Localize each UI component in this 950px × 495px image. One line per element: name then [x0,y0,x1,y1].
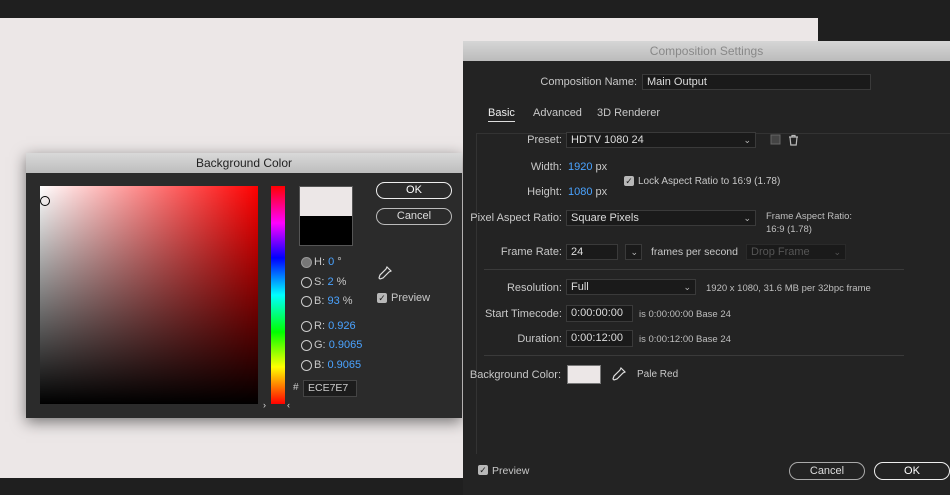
saturation-brightness-field[interactable] [40,186,258,404]
preset-label: Preset: [527,134,562,146]
color-picker-handle[interactable] [40,196,50,206]
red-row: R: 0.926 [314,320,356,332]
brightness-row: B: 93 % [314,295,353,307]
width-row: 1920 px [568,161,608,173]
preview-label: Preview [391,292,431,304]
dialog-title: Composition Settings [463,41,950,61]
duration-info: is 0:00:12:00 Base 24 [639,334,731,345]
resolution-label: Resolution: [506,282,562,294]
preview-checkbox[interactable]: ✓ [377,293,387,303]
frame-rate-label: Frame Rate: [500,246,562,258]
checkmark-icon: ✓ [378,293,386,303]
trash-icon[interactable] [787,134,800,147]
background-color-dialog: Background Color › ‹ OK Cancel ✓ Preview… [26,153,462,418]
blue-row: B: 0.9065 [314,359,362,371]
lock-aspect-label: Lock Aspect Ratio to 16:9 (1.78) [638,176,781,187]
red-radio[interactable] [301,321,312,332]
red-value[interactable]: 0.926 [328,320,356,332]
chevron-down-icon: ⌄ [743,135,751,145]
hue-slider[interactable] [271,186,285,404]
start-timecode-input[interactable]: 0:00:00:00 [566,305,633,322]
hue-row: H: 0 ° [314,256,342,268]
duration-label: Duration: [517,333,562,345]
saturation-row: S: 2 % [314,276,347,288]
hue-arrow-left-icon[interactable]: › [263,400,266,410]
eyedropper-icon[interactable] [378,265,393,280]
height-label: Height: [527,186,562,198]
saturation-radio[interactable] [301,277,312,288]
hue-value[interactable]: 0 [328,256,334,268]
composition-name-input[interactable]: Main Output [642,74,871,90]
width-value[interactable]: 1920 [568,161,592,173]
checkmark-icon: ✓ [479,465,487,475]
tab-basic[interactable]: Basic [488,107,515,122]
start-timecode-label: Start Timecode: [484,308,562,320]
green-row: G: 0.9065 [314,339,363,351]
tab-3d-renderer[interactable]: 3D Renderer [597,107,660,119]
chevron-down-icon: ⌄ [833,247,841,257]
composition-name-label: Composition Name: [540,76,637,88]
drop-frame-dropdown[interactable]: Drop Frame ⌄ [746,244,846,260]
background-color-swatch[interactable] [567,365,601,384]
duration-input[interactable]: 0:00:12:00 [566,330,633,347]
background-color-label: Background Color: [469,369,561,381]
resolution-info: 1920 x 1080, 31.6 MB per 32bpc frame [706,283,871,294]
green-radio[interactable] [301,340,312,351]
ok-button[interactable]: OK [874,462,950,480]
brightness-value[interactable]: 93 [327,295,339,307]
frame-aspect-label: Frame Aspect Ratio: [766,211,853,222]
frame-rate-dropdown[interactable]: ⌄ [625,244,642,260]
preview-label: Preview [492,465,530,477]
height-row: 1080 px [568,186,608,198]
composition-settings-dialog: Composition Settings Composition Name: M… [463,41,950,495]
resolution-dropdown[interactable]: Full ⌄ [566,279,696,295]
pixel-aspect-label: Pixel Aspect Ratio: [470,212,562,224]
saturation-value[interactable]: 2 [327,276,333,288]
green-value[interactable]: 0.9065 [329,339,363,351]
hex-input[interactable]: ECE7E7 [303,380,357,397]
save-preset-icon[interactable] [769,134,782,147]
preset-dropdown[interactable]: HDTV 1080 24 ⌄ [566,132,756,148]
hue-radio[interactable] [301,257,312,268]
background-color-name: Pale Red [637,369,679,380]
hex-label: # [293,382,299,393]
frame-aspect-value: 16:9 (1.78) [766,224,812,235]
blue-value[interactable]: 0.9065 [327,359,361,371]
start-timecode-info: is 0:00:00:00 Base 24 [639,309,731,320]
cancel-button[interactable]: Cancel [376,208,452,225]
brightness-radio[interactable] [301,296,312,307]
original-color-swatch[interactable] [299,216,353,246]
new-color-swatch [299,186,353,216]
chevron-down-icon: ⌄ [683,282,691,292]
hue-arrow-right-icon[interactable]: ‹ [287,400,290,410]
dialog-title: Background Color [26,153,462,173]
checkmark-icon: ✓ [625,176,633,186]
lock-aspect-checkbox[interactable]: ✓ [624,176,634,186]
preview-checkbox[interactable]: ✓ [478,465,488,475]
frame-rate-input[interactable]: 24 [566,244,618,260]
chevron-down-icon: ⌄ [743,213,751,223]
width-label: Width: [530,161,562,173]
cancel-button[interactable]: Cancel [789,462,865,480]
divider [484,355,904,356]
ok-button[interactable]: OK [376,182,452,199]
eyedropper-icon[interactable] [612,366,627,381]
chevron-down-icon: ⌄ [630,247,638,257]
pixel-aspect-dropdown[interactable]: Square Pixels ⌄ [566,210,756,226]
height-value[interactable]: 1080 [568,186,592,198]
tab-advanced[interactable]: Advanced [533,107,582,119]
blue-radio[interactable] [301,360,312,371]
frames-per-second-label: frames per second [651,246,738,258]
divider [484,269,904,270]
